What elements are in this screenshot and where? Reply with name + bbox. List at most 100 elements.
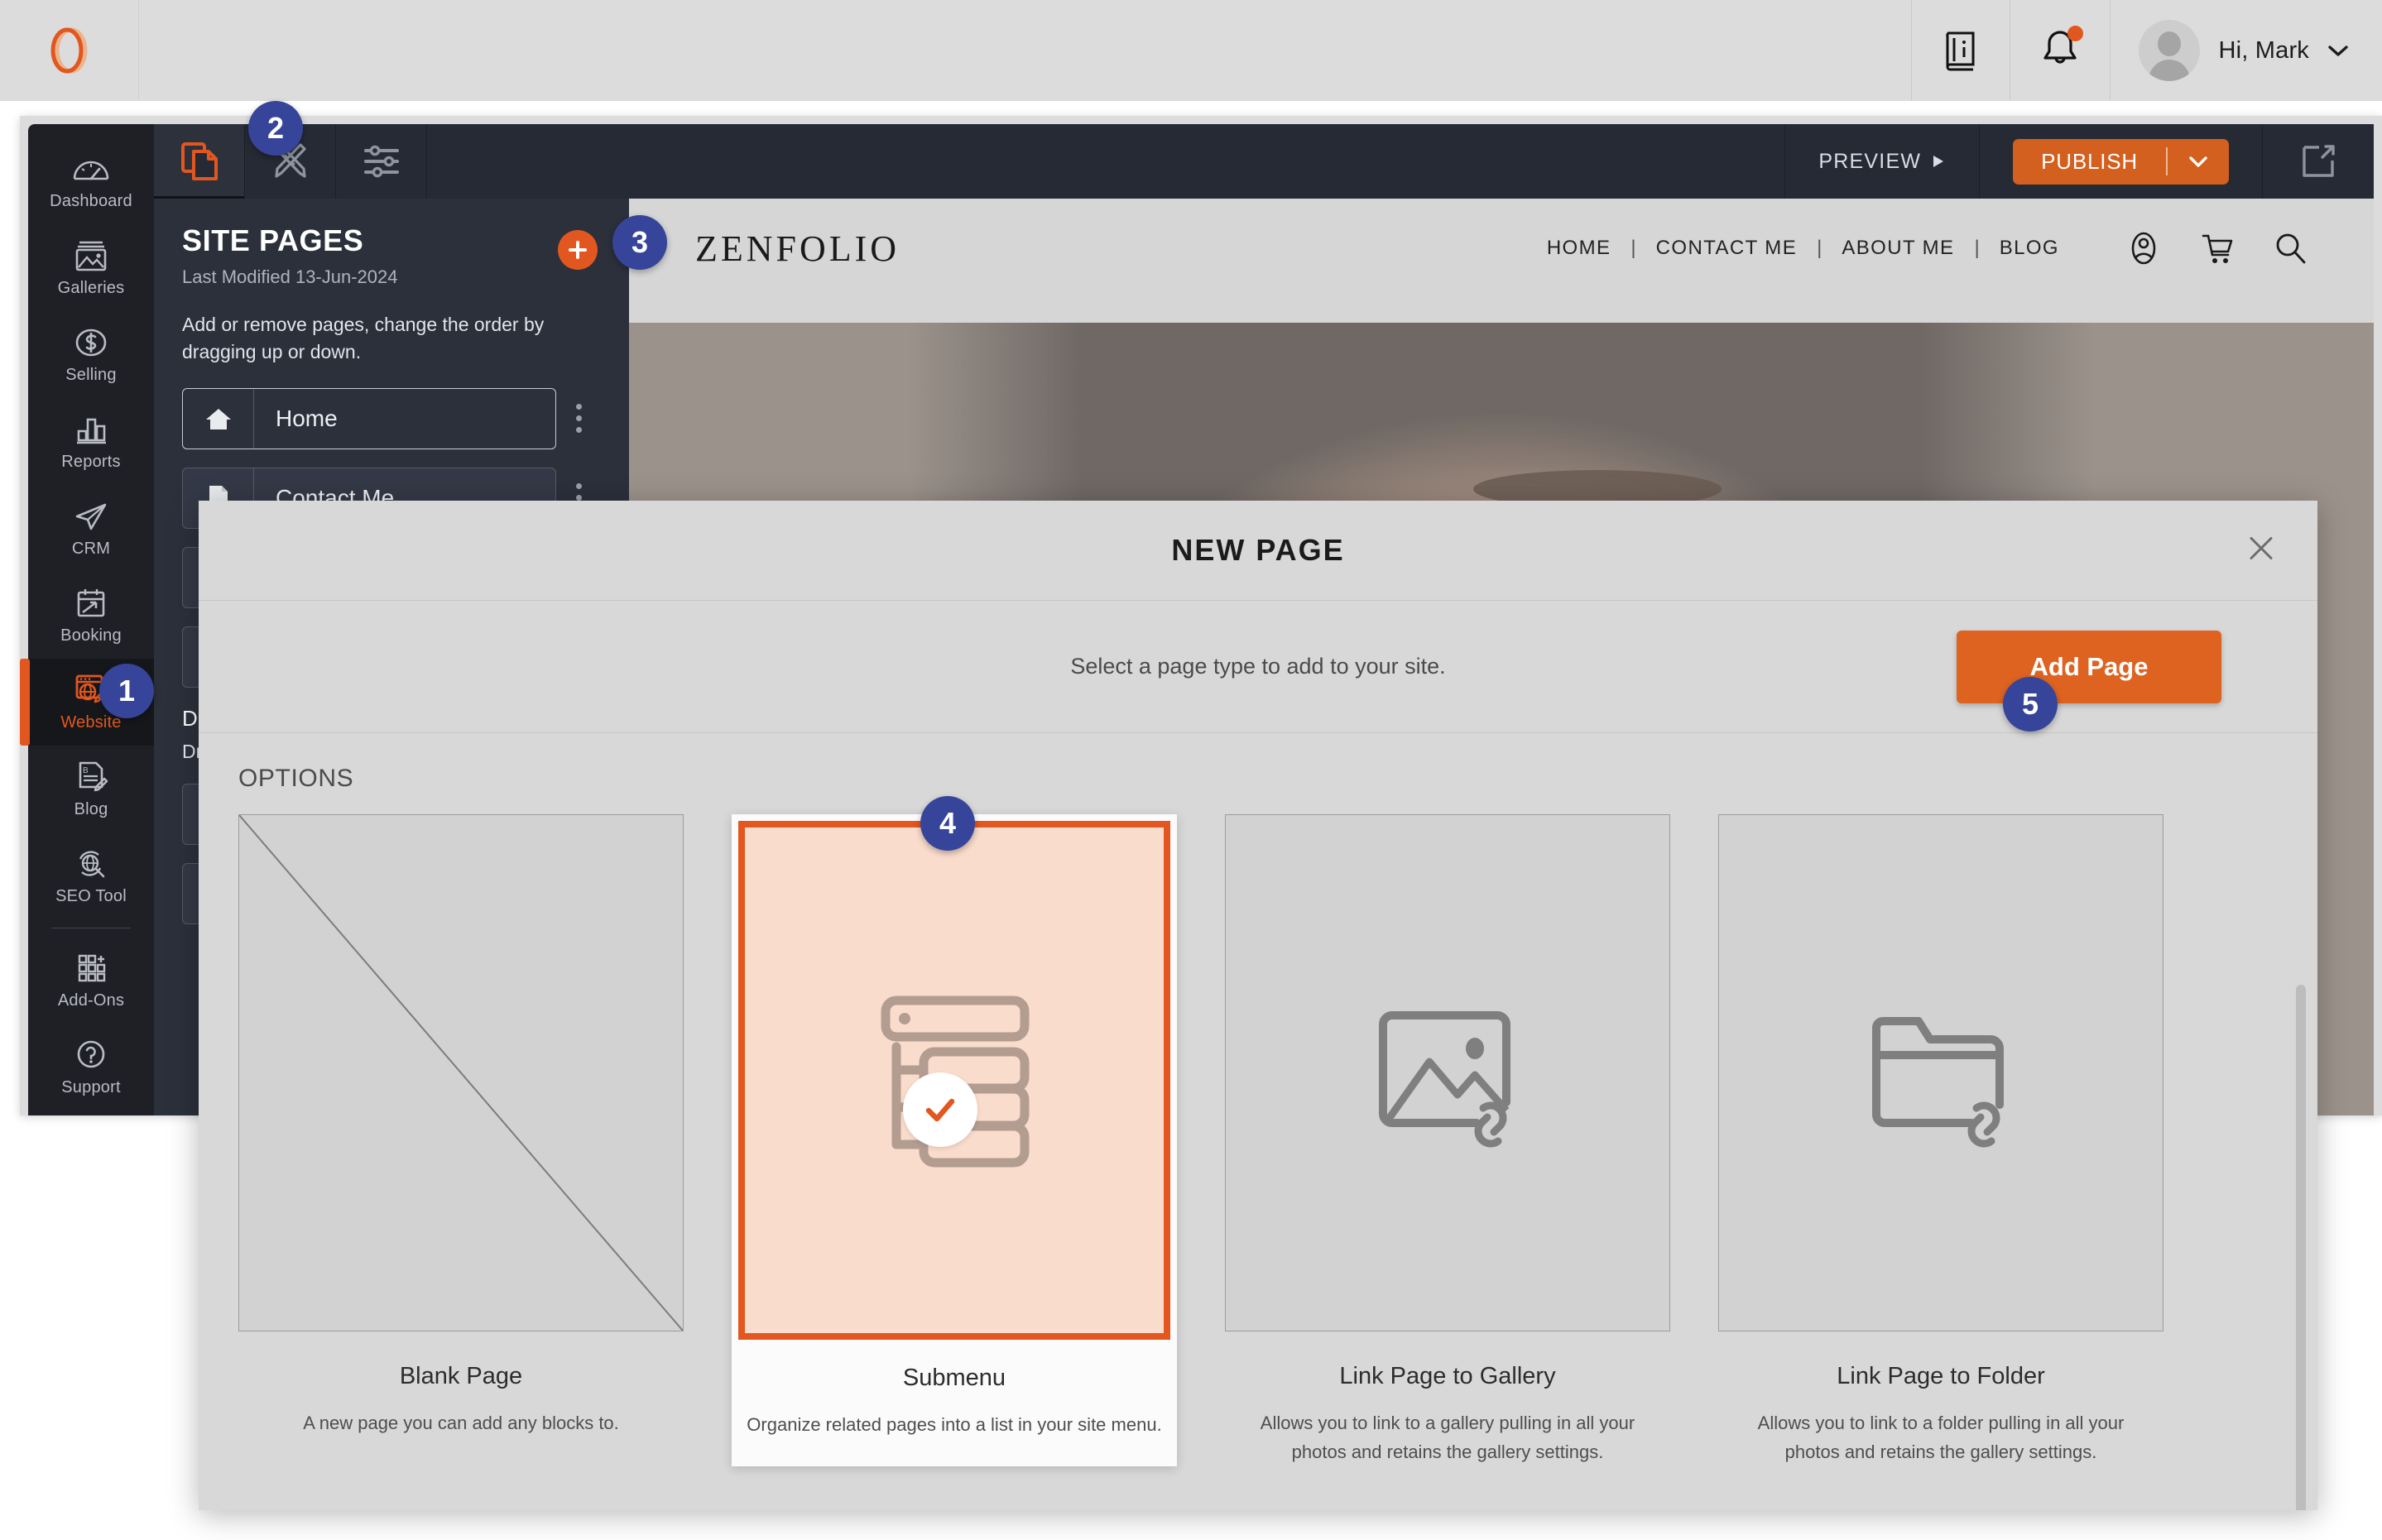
option-thumb-link-gallery[interactable] <box>1225 814 1670 1331</box>
preview-nav-contact-me[interactable]: CONTACT ME <box>1636 237 1817 260</box>
check-icon <box>925 1098 955 1121</box>
modal-subheader: Select a page type to add to your site. … <box>199 600 2317 732</box>
page-item-label: Home <box>276 405 338 431</box>
last-modified-text: Last Modified 13-Jun-2024 <box>182 266 398 287</box>
option-name: Submenu <box>902 1365 1006 1391</box>
chevron-down-icon <box>2189 156 2207 167</box>
cart-icon[interactable] <box>2200 230 2235 266</box>
sidebar-item-dashboard[interactable]: Dashboard <box>28 137 154 224</box>
option-thumb-blank-page[interactable] <box>238 814 684 1331</box>
site-pages-description: Add or remove pages, change the order by… <box>182 314 545 363</box>
sidebar-item-blog[interactable]: B Blog <box>28 746 154 832</box>
option-card-link-folder[interactable]: Link Page to Folder Allows you to link t… <box>1718 814 2163 1466</box>
step-badge-5: 5 <box>2003 677 2058 732</box>
dollar-circle-icon <box>75 329 107 357</box>
sidebar-item-label: Selling <box>65 366 117 384</box>
step-badge-2: 2 <box>248 101 303 156</box>
sidebar-item-label: Support <box>61 1078 121 1096</box>
publish-button[interactable]: PUBLISH <box>2013 138 2229 185</box>
grid-plus-icon <box>78 954 106 982</box>
account-icon[interactable] <box>2125 230 2162 266</box>
sidebar-item-add-ons[interactable]: Add-Ons <box>28 937 154 1024</box>
help-guide-button[interactable] <box>1911 0 2010 101</box>
preview-label: PREVIEW <box>1818 149 1922 173</box>
editor-toolbar: PREVIEW PUBLISH <box>154 124 2374 199</box>
main-sidebar: Dashboard Galleries Selling Reports CRM … <box>20 124 154 1115</box>
sidebar-item-label: CRM <box>71 540 111 558</box>
selected-check-badge <box>903 1072 977 1147</box>
preview-nav-about-me[interactable]: ABOUT ME <box>1822 237 1974 260</box>
modal-scrollbar[interactable] <box>2296 985 2306 1510</box>
options-label: OPTIONS <box>238 765 354 792</box>
expand-editor-button[interactable] <box>2262 124 2374 199</box>
modal-body: OPTIONS Blank Page A new page you can ad… <box>199 732 2317 1510</box>
sidebar-item-label: Reports <box>61 453 121 471</box>
step-badge-1: 1 <box>99 664 154 718</box>
blank-diagonal-icon <box>239 815 683 1331</box>
preview-nav-blog[interactable]: BLOG <box>1980 237 2079 260</box>
preview-site-logo: ZENFOLIO <box>695 228 900 269</box>
sidebar-item-selling[interactable]: Selling <box>28 311 154 398</box>
option-name: Link Page to Gallery <box>1339 1363 1556 1389</box>
scrollbar-thumb[interactable] <box>2296 985 2306 1510</box>
site-pages-header: SITE PAGES Last Modified 13-Jun-2024 <box>154 199 629 306</box>
sidebar-item-booking[interactable]: Booking <box>28 572 154 659</box>
option-description: Allows you to link to a gallery pulling … <box>1260 1413 1635 1463</box>
user-greeting: Hi, Mark <box>2218 36 2309 64</box>
tab-settings[interactable] <box>336 124 427 199</box>
option-card-submenu[interactable]: Submenu Organize related pages into a li… <box>732 814 1177 1467</box>
page-item-home[interactable]: Home <box>182 387 556 449</box>
chevron-down-icon <box>2328 46 2348 56</box>
option-card-blank-page[interactable]: Blank Page A new page you can add any bl… <box>238 814 684 1466</box>
sidebar-item-label: Blog <box>74 800 108 818</box>
search-icon[interactable] <box>2273 230 2308 266</box>
publish-cell: PUBLISH <box>1979 124 2262 199</box>
new-page-modal: NEW PAGE Select a page type to add to yo… <box>199 501 2317 1510</box>
bell-wrapper <box>2040 25 2084 74</box>
bar-chart-icon <box>77 418 106 444</box>
option-card-link-gallery[interactable]: Link Page to Gallery Allows you to link … <box>1225 814 1670 1466</box>
preview-nav-icons <box>2125 230 2308 266</box>
user-menu[interactable]: Hi, Mark <box>2110 0 2382 101</box>
avatar <box>2139 20 2201 81</box>
add-page-button[interactable]: Add Page <box>1957 630 2221 703</box>
calendar-arrow-icon <box>77 589 105 617</box>
photo-stack-icon <box>75 241 107 271</box>
close-icon <box>2250 537 2273 559</box>
notifications-button[interactable] <box>2010 0 2110 101</box>
preview-nav-home[interactable]: HOME <box>1527 237 1631 260</box>
close-button[interactable] <box>2245 532 2278 569</box>
folder-link-icon <box>1872 1016 2004 1147</box>
preview-label-wrap: PREVIEW <box>1818 150 1946 174</box>
notification-dot <box>2067 25 2084 41</box>
question-circle-icon <box>77 1040 105 1068</box>
sidebar-item-crm[interactable]: CRM <box>28 485 154 572</box>
sidebar-item-galleries[interactable]: Galleries <box>28 224 154 311</box>
preview-site-nav: HOME | CONTACT ME | ABOUT ME | BLOG <box>1527 230 2308 266</box>
option-description: Organize related pages into a list in yo… <box>747 1414 1162 1435</box>
sidebar-item-seo-tool[interactable]: SEO Tool <box>28 832 154 919</box>
home-icon <box>183 388 254 449</box>
app-header: Hi, Mark <box>0 0 2382 101</box>
sidebar-item-support[interactable]: Support <box>28 1024 154 1111</box>
publish-dropdown-toggle[interactable] <box>2168 155 2229 168</box>
option-thumb-link-folder[interactable] <box>1718 814 2163 1331</box>
svg-text:B: B <box>83 766 89 775</box>
sidebar-item-label: Website <box>60 713 122 732</box>
tab-pages[interactable] <box>154 124 245 199</box>
page-options-menu[interactable] <box>556 404 601 434</box>
sliders-icon <box>363 145 399 178</box>
sidebar-item-reports[interactable]: Reports <box>28 398 154 485</box>
document-pencil-icon: B <box>79 761 108 792</box>
list-item[interactable]: Home <box>182 387 601 449</box>
copy-pages-icon <box>180 142 218 180</box>
add-page-plus-button[interactable] <box>558 230 598 270</box>
option-name: Blank Page <box>399 1363 523 1389</box>
sidebar-item-label: Galleries <box>57 279 125 297</box>
image-link-icon <box>1379 1010 1510 1147</box>
app-logo[interactable] <box>0 0 139 101</box>
option-thumb-submenu[interactable] <box>738 821 1170 1340</box>
preview-button[interactable]: PREVIEW <box>1784 124 1979 199</box>
book-info-icon <box>1946 31 1975 71</box>
